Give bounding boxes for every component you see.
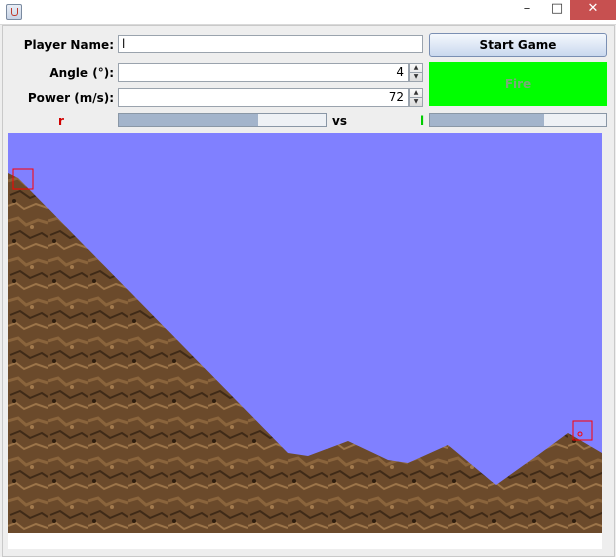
power-spinner-field[interactable]: 72: [118, 88, 409, 107]
status-strip: [8, 533, 602, 549]
left-player-name: r: [58, 114, 64, 128]
vs-label: vs: [332, 114, 347, 128]
left-health-fill: [119, 114, 258, 126]
angle-label: Angle (°):: [49, 66, 114, 80]
right-health-fill: [430, 114, 545, 126]
close-button[interactable]: ✕: [570, 0, 616, 20]
power-up-arrow-icon[interactable]: ▲: [410, 89, 422, 97]
angle-down-arrow-icon[interactable]: ▼: [410, 72, 422, 81]
power-down-arrow-icon[interactable]: ▼: [410, 97, 422, 106]
player-name-label: Player Name:: [23, 38, 114, 52]
game-scene: [8, 168, 602, 533]
minimize-button[interactable]: –: [512, 0, 542, 20]
right-player-name: l: [420, 114, 425, 128]
right-tank-marker: [572, 420, 593, 441]
terrain: [8, 173, 602, 533]
player-name-input[interactable]: [118, 35, 423, 53]
start-game-button[interactable]: Start Game: [429, 33, 607, 57]
angle-spinner-field[interactable]: 4: [118, 63, 409, 82]
right-player-health-bar: [429, 113, 607, 127]
left-player-health-bar: [118, 113, 327, 127]
power-label: Power (m/s):: [27, 91, 114, 105]
game-canvas[interactable]: [8, 133, 602, 533]
window-titlebar: – □ ✕: [0, 0, 616, 25]
power-spinner-buttons[interactable]: ▲ ▼: [409, 88, 423, 107]
maximize-button[interactable]: □: [542, 0, 572, 20]
fire-button[interactable]: Fire: [429, 62, 607, 106]
angle-up-arrow-icon[interactable]: ▲: [410, 64, 422, 72]
right-tank-dot: [577, 431, 583, 437]
java-app-icon: [6, 4, 22, 20]
angle-spinner-buttons[interactable]: ▲ ▼: [409, 63, 423, 82]
